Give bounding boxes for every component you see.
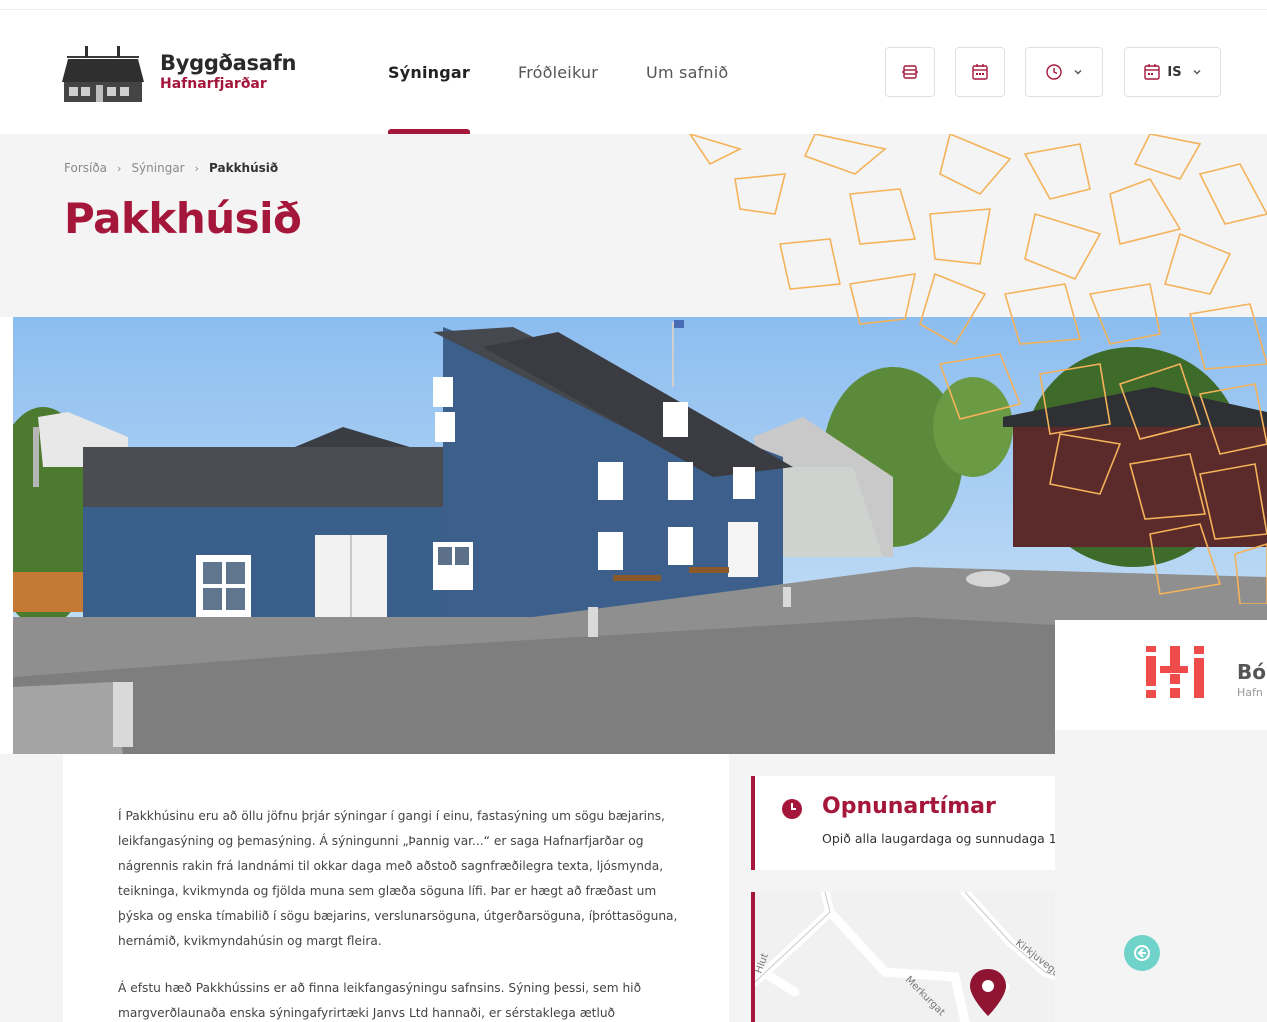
clock-icon <box>782 799 802 819</box>
house-logo-icon <box>62 46 144 102</box>
hero-band: Forsíða › Sýningar › Pakkhúsið Pakkhúsið <box>0 134 1267 317</box>
page-title: Pakkhúsið <box>64 194 302 243</box>
side-panel-subtitle: Hafn <box>1237 686 1263 699</box>
ticket-button[interactable] <box>885 47 935 97</box>
language-label: IS <box>1167 64 1182 80</box>
breadcrumb-separator-icon: › <box>194 161 200 175</box>
main-nav: Sýningar Fróðleikur Um safnið <box>388 10 776 135</box>
language-dropdown[interactable]: IS <box>1124 47 1221 97</box>
library-logo-icon <box>1146 646 1204 698</box>
opening-hours-title: Opnunartímar <box>822 794 996 819</box>
clock-icon <box>1046 64 1062 80</box>
breadcrumb-home[interactable]: Forsíða <box>64 161 107 175</box>
map-illustration: Kirkjuvegu Merkurgat Hlut <box>755 892 1055 1022</box>
breadcrumb-separator-icon: › <box>117 161 122 175</box>
site-logo[interactable]: Byggðasafn Hafnarfjarðar <box>62 42 296 102</box>
logo-title: Byggðasafn <box>160 51 297 75</box>
nav-item-um-safnid[interactable]: Um safnið <box>646 10 728 134</box>
calendar-button[interactable] <box>955 47 1005 97</box>
logo-subtitle: Hafnarfjarðar <box>160 76 267 92</box>
article-paragraph-2: Á efstu hæð Pakkhússins er að finna leik… <box>118 981 642 1020</box>
breadcrumb-section[interactable]: Sýningar <box>131 161 184 175</box>
back-button[interactable] <box>1124 935 1160 971</box>
arrow-left-icon <box>1134 945 1150 961</box>
site-header: Byggðasafn Hafnarfjarðar Sýningar Fróðle… <box>0 10 1267 135</box>
side-panel-title: Bó <box>1237 660 1266 684</box>
article-paragraph-1: Í Pakkhúsinu eru að öllu jöfnu þrjár sýn… <box>118 809 678 948</box>
opening-hours-dropdown[interactable] <box>1025 47 1103 97</box>
ticket-icon <box>902 65 918 79</box>
calendar-icon <box>972 64 988 80</box>
breadcrumb-current: Pakkhúsið <box>209 161 279 175</box>
opening-hours-text: Opið alla laugardaga og sunnudaga 1 <box>822 831 1055 846</box>
location-map[interactable]: Kirkjuvegu Merkurgat Hlut <box>751 892 1055 1022</box>
chevron-down-icon <box>1193 70 1201 75</box>
breadcrumb: Forsíða › Sýningar › Pakkhúsið <box>64 161 278 175</box>
nav-item-syningar[interactable]: Sýningar <box>388 10 470 135</box>
chevron-down-icon <box>1074 70 1082 75</box>
nav-item-frodleikur[interactable]: Fróðleikur <box>518 10 598 134</box>
article-body: Í Pakkhúsinu eru að öllu jöfnu þrjár sýn… <box>63 754 729 1022</box>
language-calendar-icon <box>1144 64 1161 80</box>
opening-hours-card: Opnunartímar Opið alla laugardaga og sun… <box>751 776 1055 870</box>
